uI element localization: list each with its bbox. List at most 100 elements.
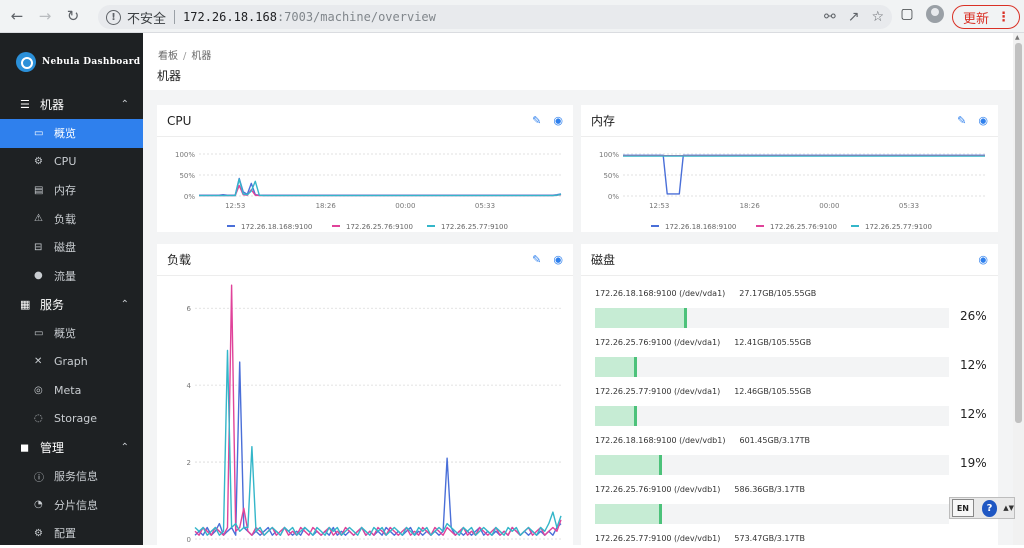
series-line-0 — [194, 361, 562, 536]
y-tick-label: 0 — [187, 536, 191, 544]
logo[interactable]: Nebula Dashboard — [0, 33, 143, 90]
sidebar-nav: ☰ 机器 ⌃ ▭ 概览 ⚙ CPU ▤ 内存 ⚠ 负载 ⊟ 磁盘 ● 流量 ▦ 服务 ⌃ ▭ 概览 ✕ Graph ◎ Met… — [0, 90, 143, 548]
eye-icon[interactable]: ◉ — [553, 253, 563, 266]
disk-card-title: 磁盘 — [591, 253, 616, 267]
more-icon: ⋮ — [997, 9, 1011, 25]
service-icon: ▦ — [20, 298, 31, 311]
meta-icon: ◎ — [34, 384, 43, 396]
breadcrumb-item-machine: 机器 — [191, 51, 212, 62]
y-tick-label: 100% — [599, 151, 619, 159]
x-tick-label: 00:00 — [395, 202, 415, 210]
cpu-card: CPU ✎ ◉ 100% 50% 0% 12:53 18:26 00:00 05:33 172… — [157, 105, 573, 232]
reload-icon[interactable]: ↻ — [62, 5, 84, 27]
side-panel-icon[interactable]: ▢ — [898, 5, 916, 23]
disk-host-label: 172.26.25.76:9100 (/dev/vda1) — [595, 338, 721, 347]
x-tick-label: 18:26 — [316, 202, 337, 210]
y-tick-label: 0% — [608, 193, 619, 201]
address-bar[interactable]: ! 不安全 172.26.18.168:7003/machine/overvie… — [98, 5, 892, 29]
sidebar-item-label: Storage — [54, 412, 98, 426]
cpu-icon: ⚙ — [34, 156, 43, 168]
x-tick-label: 05:33 — [899, 202, 919, 210]
disk-progress-track — [595, 504, 949, 524]
help-icon[interactable]: ? — [981, 499, 998, 517]
disk-progress-fill — [595, 308, 688, 328]
sidebar-item-1-2[interactable]: ◎ Meta — [0, 376, 143, 405]
disk-usage-label: 586.36GB/3.17TB — [734, 485, 805, 494]
sidebar-item-2-0[interactable]: ⓘ 服务信息 — [0, 462, 143, 491]
scroll-up-icon[interactable]: ▲ — [1015, 34, 1020, 41]
eye-icon[interactable]: ◉ — [553, 114, 563, 127]
legend-label: 172.26.18.168:9100 — [241, 223, 312, 231]
key-icon[interactable]: ⚯ — [824, 9, 836, 25]
url-path: :7003/machine/overview — [276, 10, 436, 24]
x-tick-label: 18:26 — [740, 202, 761, 210]
sidebar-item-0-3[interactable]: ⚠ 负载 — [0, 205, 143, 234]
sidebar-group-label: 管理 — [40, 441, 65, 455]
edit-icon[interactable]: ✎ — [532, 253, 541, 266]
sidebar-item-2-2[interactable]: ⚙ 配置 — [0, 519, 143, 548]
legend-label: 172.26.25.76:9100 — [770, 223, 837, 231]
disk-host-label: 172.26.25.76:9100 (/dev/vdb1) — [595, 485, 721, 494]
security-label[interactable]: 不安全 — [127, 8, 166, 27]
warning-icon[interactable]: ! — [106, 9, 121, 25]
storage-icon: ◌ — [34, 413, 43, 425]
sidebar-item-0-5[interactable]: ● 流量 — [0, 262, 143, 291]
star-icon[interactable]: ☆ — [871, 9, 884, 25]
disk-percent: 12% — [960, 407, 987, 421]
memory-chart: 100% 50% 0% 12:53 18:26 00:00 05:33 172.26.18.1… — [599, 151, 985, 231]
sidebar-group-label: 服务 — [40, 298, 65, 312]
y-tick-label: 50% — [179, 172, 195, 180]
sidebar-item-1-3[interactable]: ◌ Storage — [0, 405, 143, 434]
eye-icon[interactable]: ◉ — [978, 114, 988, 127]
sidebar-item-label: Graph — [54, 355, 88, 369]
sidebar-group-0[interactable]: ☰ 机器 ⌃ — [0, 90, 143, 119]
scroll-thumb[interactable] — [1015, 43, 1022, 423]
disk-usage-label: 12.46GB/105.55GB — [734, 387, 812, 396]
profile-avatar[interactable] — [926, 5, 944, 23]
x-tick-label: 05:33 — [475, 202, 495, 210]
sidebar-group-1[interactable]: ▦ 服务 ⌃ — [0, 290, 143, 319]
sidebar-item-0-1[interactable]: ⚙ CPU — [0, 148, 143, 177]
ime-dropdown-icon[interactable]: ▲▼ — [1003, 504, 1014, 512]
eye-icon[interactable]: ◉ — [978, 253, 988, 266]
forward-icon[interactable]: → — [34, 5, 56, 27]
share-icon[interactable]: ↗ — [848, 9, 860, 25]
x-tick-label: 12:53 — [225, 202, 245, 210]
disk-row: 172.26.25.76:9100 (/dev/vdb1) 586.36GB/3.… — [595, 485, 977, 524]
update-button[interactable]: 更新 ⋮ — [952, 5, 1020, 29]
sidebar-item-1-1[interactable]: ✕ Graph — [0, 348, 143, 377]
disk-percent: 12% — [960, 358, 987, 372]
disk-host-label: 172.26.25.77:9100 (/dev/vda1) — [595, 387, 721, 396]
edit-icon[interactable]: ✎ — [957, 114, 966, 127]
sidebar-item-label: 内存 — [54, 184, 76, 198]
y-tick-label: 6 — [187, 305, 192, 313]
sidebar-item-0-4[interactable]: ⊟ 磁盘 — [0, 233, 143, 262]
legend-label: 172.26.25.76:9100 — [346, 223, 413, 231]
edit-icon[interactable]: ✎ — [532, 114, 541, 127]
sidebar-item-0-0[interactable]: ▭ 概览 — [0, 119, 143, 148]
ime-toolbar: EN ? ▲▼ — [949, 497, 1015, 519]
x-tick-label: 12:53 — [649, 202, 669, 210]
divider — [174, 10, 176, 24]
sidebar-item-2-1[interactable]: ◔ 分片信息 — [0, 491, 143, 520]
sidebar-item-label: CPU — [54, 155, 77, 169]
disk-progress-track — [595, 406, 949, 426]
disk-percent: 19% — [960, 456, 987, 470]
breadcrumb-item-dashboard[interactable]: 看板 — [158, 51, 178, 62]
sidebar-item-label: 分片信息 — [54, 498, 98, 512]
nebula-logo-icon — [16, 51, 36, 72]
sidebar-group-2[interactable]: ◼ 管理 ⌃ — [0, 433, 143, 462]
page-scrollbar[interactable]: ▲ — [1013, 33, 1024, 545]
sidebar-item-label: 概览 — [54, 127, 76, 141]
disk-progress-fill — [595, 455, 663, 475]
sidebar-group-label: 机器 — [40, 98, 65, 112]
sidebar-item-0-2[interactable]: ▤ 内存 — [0, 176, 143, 205]
back-icon[interactable]: ← — [6, 5, 28, 27]
ime-lang-button[interactable]: EN — [952, 499, 974, 517]
info-icon: ⓘ — [34, 472, 44, 484]
disk-progress-track — [595, 357, 949, 377]
sidebar-item-1-0[interactable]: ▭ 概览 — [0, 319, 143, 348]
load-chart: 6 4 2 0 — [187, 284, 562, 544]
sidebar-item-label: 磁盘 — [54, 241, 76, 255]
browser-toolbar: ← → ↻ ! 不安全 172.26.18.168:7003/machine/o… — [0, 0, 1024, 33]
